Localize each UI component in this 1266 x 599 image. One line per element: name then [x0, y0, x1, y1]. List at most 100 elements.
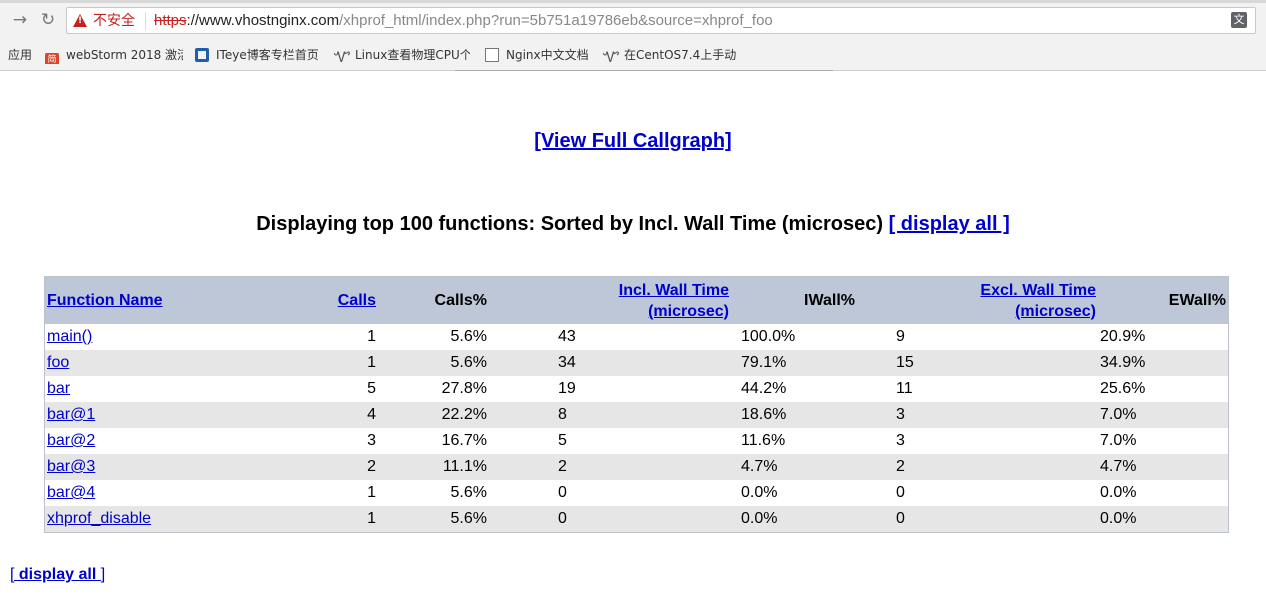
ewall-pct-cell: 0.0% — [1100, 510, 1137, 527]
bookmark-linux-cpu[interactable]: Ꮙ Linux查看物理CPU个 — [334, 46, 470, 64]
ewall-pct-cell: 34.9% — [1100, 354, 1146, 371]
security-label: 不安全 — [93, 13, 135, 29]
calls-cell: 1 — [367, 328, 376, 345]
browser-toolbar: → ↻ 不安全 https://www.vhostnginx.com/xhpro… — [0, 0, 1266, 40]
calls-cell: 4 — [367, 406, 376, 423]
sort-excl-wall-link[interactable]: Excl. Wall Time (microsec) — [980, 282, 1096, 320]
function-link[interactable]: bar@2 — [47, 432, 95, 449]
function-link[interactable]: main() — [47, 328, 92, 345]
ewall-pct-cell: 7.0% — [1100, 406, 1137, 423]
translate-icon[interactable]: 文 — [1231, 12, 1247, 28]
function-link[interactable]: bar@3 — [47, 458, 95, 475]
header-calls[interactable]: Calls — [308, 277, 378, 324]
header-excl-wall[interactable]: Excl. Wall Time (microsec) — [857, 277, 1098, 324]
bookmark-label: Linux查看物理CPU个 — [355, 48, 470, 62]
bracket-close: ] — [100, 566, 106, 583]
incl-wall-cell: 43 — [558, 328, 576, 345]
divider — [145, 12, 146, 30]
incl-wall-cell: 5 — [558, 432, 567, 449]
reload-icon[interactable]: ↻ — [37, 9, 59, 31]
calls-pct-cell: 11.1% — [442, 458, 487, 475]
view-full-callgraph-link[interactable]: [View Full Callgraph] — [534, 130, 731, 152]
incl-wall-cell: 19 — [558, 380, 576, 397]
bottom-display-all-link[interactable]: [ display all ] — [10, 566, 105, 583]
calls-cell: 5 — [367, 380, 376, 397]
function-cell: bar@3 — [45, 454, 308, 480]
sort-incl-wall-link[interactable]: Incl. Wall Time (microsec) — [619, 282, 729, 320]
bookmark-label: 在CentOS7.4上手动 — [624, 48, 737, 62]
chinaunix-icon: Ꮙ — [334, 50, 351, 64]
url-path: /xhprof_html/index.php?run=5b751a19786eb… — [339, 12, 773, 29]
incl-wall-cell: 8 — [558, 406, 567, 423]
header-iwall-pct: IWall% — [804, 292, 855, 309]
table-row: bar@1 4 22.2% 8 18.6% 3 7.0% — [45, 402, 1228, 428]
display-all-link[interactable]: [ display all ] — [889, 213, 1010, 235]
calls-pct-cell: 5.6% — [450, 328, 487, 345]
table-row: bar@4 1 5.6% 0 0.0% 0 0.0% — [45, 480, 1228, 506]
header-calls-pct: Calls% — [434, 292, 487, 309]
sort-calls-link[interactable]: Calls — [338, 292, 376, 309]
function-link[interactable]: bar@1 — [47, 406, 95, 423]
bookmark-apps[interactable]: 应用 — [8, 46, 32, 64]
ewall-pct-cell: 7.0% — [1100, 432, 1137, 449]
header-line: Excl. Wall Time — [980, 281, 1096, 299]
calls-cell: 3 — [367, 432, 376, 449]
bookmark-nginx-docs[interactable]: Nginx中文文档 — [485, 46, 589, 64]
forward-arrow-icon[interactable]: → — [9, 9, 31, 31]
iwall-pct-cell: 0.0% — [741, 484, 778, 501]
incl-wall-cell: 0 — [558, 510, 567, 527]
security-indicator[interactable]: 不安全 — [73, 11, 135, 31]
sort-function-name-link[interactable]: Function Name — [47, 292, 163, 309]
iwall-pct-cell: 44.2% — [741, 380, 787, 397]
excl-wall-cell: 11 — [896, 380, 913, 397]
header-incl-wall[interactable]: Incl. Wall Time (microsec) — [489, 277, 731, 324]
iwall-pct-cell: 0.0% — [741, 510, 778, 527]
divider — [455, 70, 833, 71]
url-text[interactable]: https://www.vhostnginx.com/xhprof_html/i… — [154, 11, 773, 31]
header-ewall-pct: EWall% — [1168, 292, 1226, 309]
function-link[interactable]: bar — [47, 380, 70, 397]
header-line: (microsec) — [648, 302, 729, 320]
function-cell: foo — [45, 350, 308, 376]
tab-strip-edge — [0, 0, 1266, 3]
calls-pct-cell: 27.8% — [441, 380, 487, 397]
ewall-pct-cell: 20.9% — [1100, 328, 1146, 345]
heading-text: Displaying top 100 functions: Sorted by … — [256, 213, 884, 235]
url-scheme: https — [154, 12, 187, 29]
bookmark-label: 应用 — [8, 48, 33, 62]
function-link[interactable]: xhprof_disable — [47, 510, 151, 527]
address-bar[interactable]: 不安全 https://www.vhostnginx.com/xhprof_ht… — [66, 7, 1256, 34]
calls-pct-cell: 5.6% — [450, 484, 487, 501]
calls-pct-cell: 5.6% — [450, 354, 487, 371]
excl-wall-cell: 9 — [896, 328, 905, 345]
iwall-pct-cell: 18.6% — [741, 406, 787, 423]
function-link[interactable]: foo — [47, 354, 69, 371]
iwall-pct-cell: 79.1% — [741, 354, 787, 371]
function-link[interactable]: bar@4 — [47, 484, 95, 501]
excl-wall-cell: 3 — [896, 406, 905, 423]
excl-wall-cell: 2 — [896, 458, 905, 475]
bookmark-iteye[interactable]: ITeye博客专栏首页 — [195, 46, 319, 64]
document-icon — [485, 48, 499, 62]
ewall-pct-cell: 25.6% — [1100, 380, 1146, 397]
bookmark-centos[interactable]: Ꮙ 在CentOS7.4上手动 — [603, 46, 743, 64]
calls-pct-cell: 22.2% — [441, 406, 487, 423]
iteye-icon — [195, 48, 209, 62]
table-row: main() 1 5.6% 43 100.0% 9 20.9% — [45, 324, 1228, 350]
bottom-display-all: [ display all ] — [10, 564, 105, 586]
table-row: bar 5 27.8% 19 44.2% 11 25.6% — [45, 376, 1228, 402]
calls-cell: 1 — [367, 354, 376, 371]
table-row: xhprof_disable 1 5.6% 0 0.0% 0 0.0% — [45, 506, 1228, 532]
header-line: (microsec) — [1015, 302, 1096, 320]
bookmark-webstorm[interactable]: 简 webStorm 2018 激活 — [45, 46, 183, 64]
calls-cell: 1 — [367, 510, 376, 527]
display-all-text: display all — [14, 566, 101, 583]
page-title: Displaying top 100 functions: Sorted by … — [0, 211, 1266, 237]
function-cell: bar@1 — [45, 402, 308, 428]
incl-wall-cell: 34 — [558, 354, 576, 371]
header-function-name[interactable]: Function Name — [45, 277, 308, 324]
calls-pct-cell: 16.7% — [441, 432, 487, 449]
ewall-pct-cell: 0.0% — [1100, 484, 1137, 501]
jetbrains-icon: 简 — [45, 53, 59, 64]
iwall-pct-cell: 100.0% — [741, 328, 796, 345]
